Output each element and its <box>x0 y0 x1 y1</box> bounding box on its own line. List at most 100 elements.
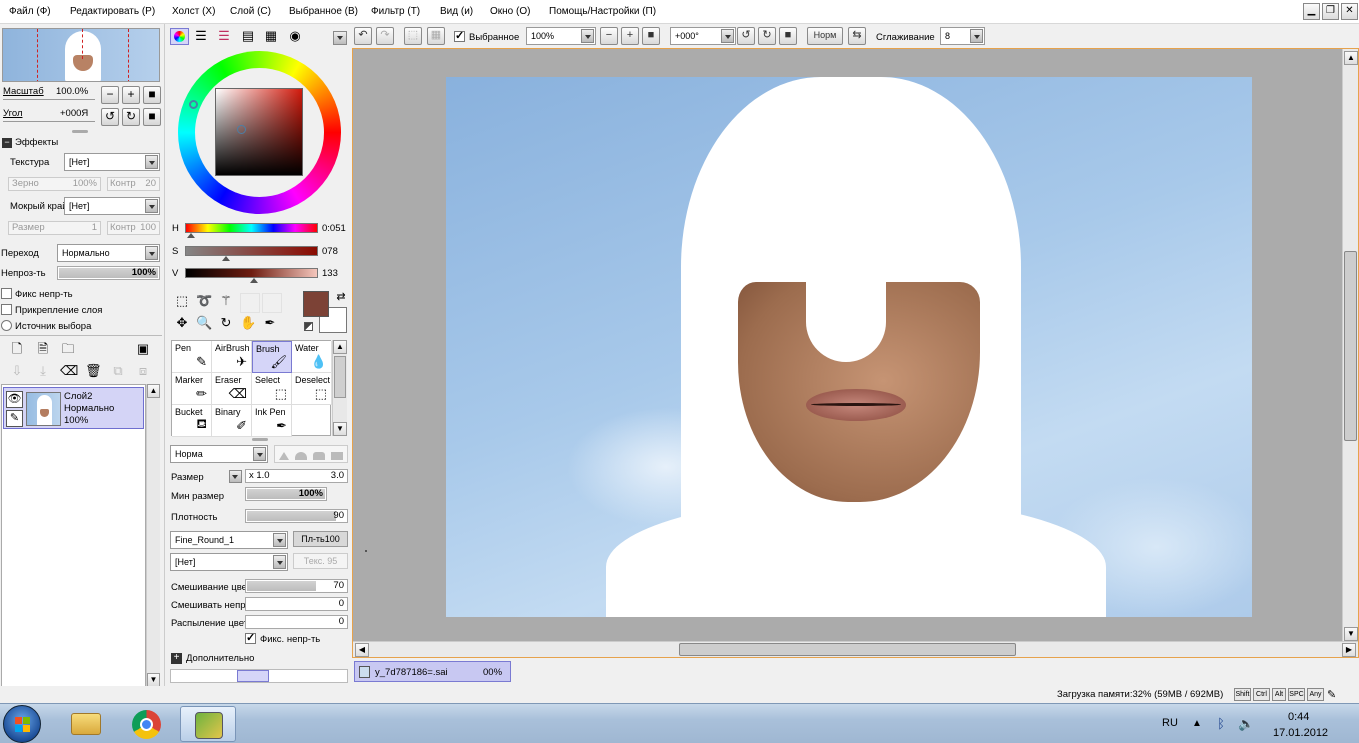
selection-source-radio[interactable] <box>1 320 12 331</box>
scroll-down-icon[interactable]: ▼ <box>147 673 160 687</box>
wet-contrast-slider[interactable]: Контр 100 <box>107 221 160 235</box>
tool-water[interactable]: Water 💧 <box>292 341 332 373</box>
hscroll-thumb[interactable] <box>679 643 1016 656</box>
canvas-viewport[interactable]: ▲ ▼ ◀ ▶ <box>352 48 1359 658</box>
scale-value[interactable]: 100.0% <box>56 86 88 97</box>
s-slider-handle[interactable] <box>222 256 230 261</box>
reset-colors-icon[interactable] <box>304 322 313 331</box>
angle-value[interactable]: +000Я <box>60 108 88 119</box>
rgb-slider-tab[interactable]: ☰ <box>193 28 209 44</box>
clock-date[interactable]: 17.01.2012 <box>1273 727 1328 739</box>
tool-airbrush[interactable]: AirBrush ✈ <box>212 341 252 373</box>
menu-filter[interactable]: Фильтр (Т) <box>371 6 420 17</box>
persistence-slider[interactable]: 0 <box>245 615 348 629</box>
blend-mode-button[interactable]: Норм <box>807 27 843 45</box>
brush-texture-select[interactable]: [Нет] <box>170 553 288 571</box>
tool-binary[interactable]: Binary ✐ <box>212 405 252 437</box>
v-slider-handle[interactable] <box>250 278 258 283</box>
collapse-effects-icon[interactable]: − <box>2 138 12 148</box>
tool-pen[interactable]: Pen ✎ <box>172 341 212 373</box>
dilution-slider[interactable]: 0 <box>245 597 348 611</box>
user-swatches-tab[interactable]: ▦ <box>263 28 279 44</box>
scratchpad-tab[interactable]: ◉ <box>287 28 303 44</box>
zoom-in-button[interactable]: + <box>621 27 639 45</box>
scroll-thumb[interactable] <box>334 356 346 398</box>
scroll-up-icon[interactable]: ▲ <box>147 384 160 398</box>
clock-time[interactable]: 0:44 <box>1288 711 1309 723</box>
nav-rotate-right-button[interactable]: ↻ <box>122 108 140 126</box>
language-indicator[interactable]: RU <box>1162 717 1178 729</box>
brush-blend-select[interactable]: Норма <box>170 445 268 463</box>
min-size-slider[interactable]: 100% <box>245 487 327 501</box>
layer-blend-select[interactable]: Нормально <box>57 244 160 262</box>
h-slider-handle[interactable] <box>187 233 195 238</box>
color-wheel-tab[interactable] <box>170 28 189 45</box>
start-button[interactable] <box>3 705 41 743</box>
tool-bucket[interactable]: Bucket ⛾ <box>172 405 212 437</box>
tool-eraser[interactable]: Eraser ⌫ <box>212 373 252 405</box>
clear-layer-icon[interactable]: ⌫ <box>60 363 78 379</box>
move-icon[interactable]: ✥ <box>174 315 190 331</box>
layer-row[interactable]: 👁 ✎ Слой2 Нормально 100% <box>3 387 144 429</box>
size-range-dropdown[interactable] <box>229 470 242 483</box>
bluetooth-icon[interactable]: ᛒ <box>1213 716 1229 732</box>
nav-zoom-out-button[interactable]: − <box>101 86 119 104</box>
redo-button[interactable]: ↷ <box>376 27 394 45</box>
merge-down-icon[interactable]: ⤓ <box>35 363 51 379</box>
minimize-button[interactable]: ▁ <box>1303 3 1320 20</box>
maximize-button[interactable]: ❐ <box>1322 3 1339 20</box>
tool-grid-scrollbar[interactable]: ▲ ▼ <box>332 340 347 436</box>
hsv-slider-tab[interactable]: ☰ <box>216 28 232 44</box>
new-vector-layer-icon[interactable]: 🗎 <box>35 341 51 357</box>
swatches-tab[interactable]: ▤ <box>240 28 256 44</box>
sai-taskbar-button[interactable] <box>180 706 236 742</box>
menu-selection[interactable]: Выбранное (В) <box>289 6 358 17</box>
zoom-icon[interactable]: 🔍 <box>196 315 212 331</box>
nav-rotate-left-button[interactable]: ↺ <box>101 108 119 126</box>
tool-deselect[interactable]: Deselect ⬚ <box>292 373 332 405</box>
new-folder-icon[interactable]: 🗀 <box>60 341 76 357</box>
canvas-hscrollbar[interactable]: ◀ ▶ <box>353 641 1358 657</box>
brush-lock-icon[interactable]: ✎ <box>6 410 23 427</box>
nav-zoom-in-button[interactable]: + <box>122 86 140 104</box>
scroll-up-icon[interactable]: ▲ <box>1344 51 1358 65</box>
tool-select[interactable]: Select ⬚ <box>252 373 292 405</box>
volume-icon[interactable]: 🔈 <box>1238 716 1254 732</box>
selection-visible-checkbox[interactable] <box>454 29 465 42</box>
keep-opacity-checkbox[interactable] <box>245 631 256 644</box>
tool-ink-pen[interactable]: Ink Pen ✒ <box>252 405 292 437</box>
flip-button[interactable]: ⇆ <box>848 27 866 45</box>
layer-opacity-slider[interactable]: 100% <box>57 266 160 280</box>
smoothing-select[interactable]: 8 <box>940 27 985 45</box>
invert-selection-button[interactable]: ▦ <box>427 27 445 45</box>
menu-window[interactable]: Окно (О) <box>490 6 530 17</box>
eyedropper-icon[interactable]: ✒ <box>262 315 278 331</box>
hue-cursor[interactable] <box>189 100 198 109</box>
hand-icon[interactable]: ✋ <box>240 315 256 331</box>
h-slider[interactable] <box>185 223 318 233</box>
brush-shape-select[interactable]: Fine_Round_1 <box>170 531 288 549</box>
menu-view[interactable]: Вид (и) <box>440 6 473 17</box>
primary-color-swatch[interactable] <box>303 291 329 317</box>
texture-select[interactable]: [Нет] <box>64 153 160 171</box>
blending-slider[interactable]: 70 <box>245 579 348 593</box>
document-tab[interactable]: y_7d787186=.sai 00% <box>354 661 511 682</box>
menu-file[interactable]: Файл (Ф) <box>9 6 51 17</box>
scroll-down-icon[interactable]: ▼ <box>333 422 347 436</box>
zoom-out-button[interactable]: − <box>600 27 618 45</box>
menu-canvas[interactable]: Холст (Х) <box>172 6 215 17</box>
v-slider[interactable] <box>185 268 318 278</box>
panel-menu-icon[interactable] <box>333 31 347 45</box>
density-slider[interactable]: 90 <box>245 509 348 523</box>
expand-advanced-icon[interactable]: + <box>171 653 182 664</box>
scroll-left-icon[interactable]: ◀ <box>355 643 369 657</box>
panel-splitter[interactable] <box>72 130 88 133</box>
rotate-left-button[interactable]: ↺ <box>737 27 755 45</box>
grain-contrast-slider[interactable]: Контр 20 <box>107 177 160 191</box>
tray-expand-icon[interactable]: ▲ <box>1189 716 1205 732</box>
zoom-reset-button[interactable]: ■ <box>642 27 660 45</box>
angle-select[interactable]: +000° <box>670 27 736 45</box>
transfer-down-icon[interactable]: ⇩ <box>9 363 25 379</box>
menu-edit[interactable]: Редактировать (Р) <box>70 6 155 17</box>
clipping-checkbox[interactable] <box>1 304 12 315</box>
